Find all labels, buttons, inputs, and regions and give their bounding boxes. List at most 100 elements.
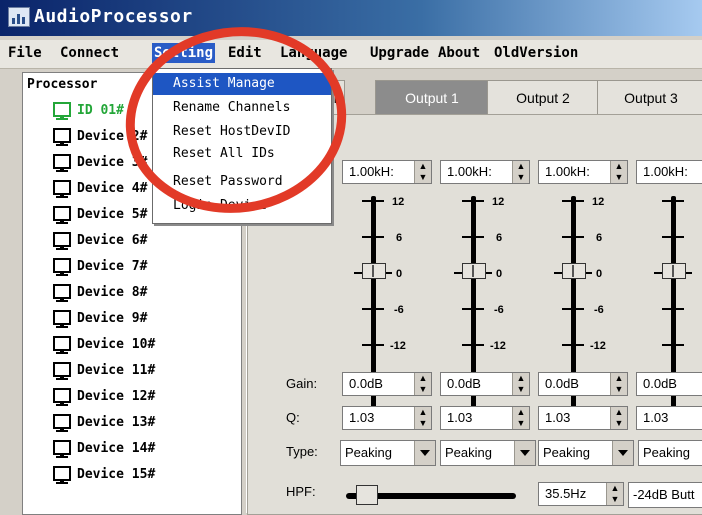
tree-item-device5[interactable]: Device 5#: [53, 203, 147, 225]
tree-item-device3[interactable]: Device 3#: [53, 151, 147, 173]
tree-item-device9[interactable]: Device 9#: [53, 307, 147, 329]
tree-item-label: Device 12#: [77, 388, 156, 404]
spin-updown-icon[interactable]: ▲ ▼: [512, 373, 529, 395]
type-select-1[interactable]: Peaking: [340, 440, 436, 466]
dropdown-arrow-icon[interactable]: [414, 441, 435, 465]
freq-value: 1.00kH:: [349, 164, 394, 179]
gain-spinner-3[interactable]: 0.0dB ▲ ▼: [538, 372, 628, 396]
freq-spinner-3[interactable]: 1.00kH: ▲ ▼: [538, 160, 628, 184]
scale-label: 12: [492, 196, 505, 208]
tree-item-label: Device 5#: [77, 206, 148, 222]
type-value: Peaking: [643, 445, 690, 460]
hpf-label: HPF:: [286, 484, 316, 499]
tree-item-device7[interactable]: Device 7#: [53, 255, 147, 277]
menu-language[interactable]: Language: [280, 45, 347, 61]
tree-item-device10[interactable]: Device 10#: [53, 333, 155, 355]
hpf-freq-spinner[interactable]: 35.5Hz ▲ ▼: [538, 482, 624, 506]
tree-item-device13[interactable]: Device 13#: [53, 411, 155, 433]
spin-updown-icon[interactable]: ▲ ▼: [512, 407, 529, 429]
gain-spinner-2[interactable]: 0.0dB ▲ ▼: [440, 372, 530, 396]
menu-connect[interactable]: Connect: [60, 45, 119, 61]
menu-edit[interactable]: Edit: [228, 45, 262, 61]
menu-item-assist-manage[interactable]: Assist Manage: [153, 73, 331, 95]
menu-file[interactable]: File: [8, 45, 42, 61]
slider-thumb[interactable]: [562, 263, 586, 279]
setting-menu-dropdown: Assist Manage Rename Channels Reset Host…: [152, 68, 332, 224]
freq-spinner-2[interactable]: 1.00kH: ▲ ▼: [440, 160, 530, 184]
tree-item-label: Device 8#: [77, 284, 148, 300]
q-value: 1.03: [545, 410, 571, 425]
spin-updown-icon[interactable]: ▲ ▼: [512, 161, 529, 183]
tree-item-device4[interactable]: Device 4#: [53, 177, 147, 199]
spin-updown-icon[interactable]: ▲ ▼: [414, 407, 431, 429]
type-label: Type:: [286, 444, 318, 459]
type-select-3[interactable]: Peaking: [538, 440, 634, 466]
slider-thumb[interactable]: [662, 263, 686, 279]
tree-item-label: Device 7#: [77, 258, 148, 274]
device-icon: [53, 257, 71, 276]
menu-item-reset-password[interactable]: Reset Password: [153, 171, 331, 193]
gain-spinner-4[interactable]: 0.0dB: [636, 372, 702, 396]
q-spinner-1[interactable]: 1.03 ▲ ▼: [342, 406, 432, 430]
gain-spinner-1[interactable]: 0.0dB ▲ ▼: [342, 372, 432, 396]
tree-item-label: Device 15#: [77, 466, 156, 482]
tab-output-3[interactable]: Output 3: [597, 80, 702, 115]
tree-item-device2[interactable]: Device 2#: [53, 125, 147, 147]
freq-spinner-4[interactable]: 1.00kH:: [636, 160, 702, 184]
spin-updown-icon[interactable]: ▲ ▼: [610, 373, 627, 395]
menu-setting[interactable]: Setting: [152, 43, 216, 63]
hpf-slider-thumb[interactable]: [356, 485, 378, 505]
menu-about[interactable]: About: [438, 45, 480, 61]
tree-item-device14[interactable]: Device 14#: [53, 437, 155, 459]
menu-upgrade[interactable]: Upgrade: [370, 45, 429, 61]
spin-updown-icon[interactable]: ▲ ▼: [606, 483, 623, 505]
scale-label: 6: [596, 232, 603, 244]
tree-item-label: Device 9#: [77, 310, 148, 326]
scale-label: 0: [596, 268, 603, 280]
tree-item-device12[interactable]: Device 12#: [53, 385, 155, 407]
type-select-4[interactable]: Peaking: [638, 440, 702, 466]
device-icon: [53, 179, 71, 198]
q-spinner-2[interactable]: 1.03 ▲ ▼: [440, 406, 530, 430]
gain-value: 0.0dB: [447, 376, 481, 391]
q-spinner-4[interactable]: 1.03: [636, 406, 702, 430]
dropdown-arrow-icon[interactable]: [612, 441, 633, 465]
tree-item-label: Device 11#: [77, 362, 156, 378]
menu-oldversion[interactable]: OldVersion: [494, 45, 578, 61]
freq-value: 1.00kH:: [545, 164, 590, 179]
hpf-slope-select[interactable]: -24dB Butt: [628, 482, 702, 508]
device-connected-icon: [53, 101, 71, 120]
menu-item-reset-hostdevid[interactable]: Reset HostDevID: [153, 121, 331, 143]
title-bar: AudioProcessor: [0, 0, 702, 36]
scale-label: -6: [594, 304, 604, 316]
spin-updown-icon[interactable]: ▲ ▼: [610, 407, 627, 429]
spin-updown-icon[interactable]: ▲ ▼: [414, 161, 431, 183]
q-value: 1.03: [643, 410, 669, 425]
tree-item-device8[interactable]: Device 8#: [53, 281, 147, 303]
tab-output-2[interactable]: Output 2: [487, 80, 599, 115]
type-value: Peaking: [543, 445, 590, 460]
dropdown-arrow-icon[interactable]: [514, 441, 535, 465]
tab-output-1[interactable]: Output 1: [375, 80, 489, 115]
slider-thumb[interactable]: [362, 263, 386, 279]
type-select-2[interactable]: Peaking: [440, 440, 536, 466]
tree-item-device6[interactable]: Device 6#: [53, 229, 147, 251]
tab-label: ll: [333, 90, 340, 106]
slider-thumb[interactable]: [462, 263, 486, 279]
spin-updown-icon[interactable]: ▲ ▼: [414, 373, 431, 395]
tree-item-id01[interactable]: ID 01#: [53, 99, 124, 121]
type-value: Peaking: [345, 445, 392, 460]
scale-label: 12: [592, 196, 605, 208]
menu-item-login-device[interactable]: Login Device: [153, 195, 331, 217]
tree-item-device11[interactable]: Device 11#: [53, 359, 155, 381]
gain-value: 0.0dB: [349, 376, 383, 391]
spin-updown-icon[interactable]: ▲ ▼: [610, 161, 627, 183]
menu-item-rename-channels[interactable]: Rename Channels: [153, 97, 331, 119]
tree-item-device15[interactable]: Device 15#: [53, 463, 155, 485]
menu-item-reset-all-ids[interactable]: Reset All IDs: [153, 143, 331, 165]
freq-spinner-1[interactable]: 1.00kH: ▲ ▼: [342, 160, 432, 184]
q-spinner-3[interactable]: 1.03 ▲ ▼: [538, 406, 628, 430]
hpf-slope-value: -24dB Butt: [633, 487, 695, 502]
tree-item-label: Device 3#: [77, 154, 148, 170]
device-icon: [53, 335, 71, 354]
